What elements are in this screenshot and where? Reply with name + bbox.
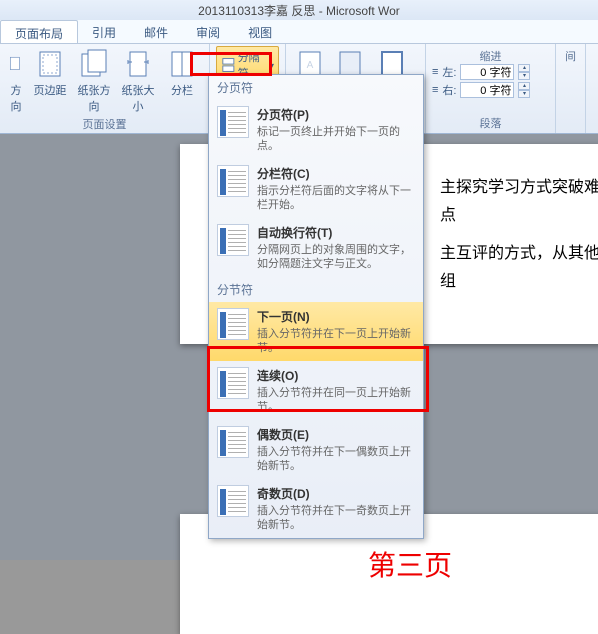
- paper-orientation-button[interactable]: 纸张方向: [74, 48, 114, 114]
- indent-right-icon: ≡: [432, 84, 438, 96]
- indent-right-input[interactable]: [460, 82, 514, 98]
- paper-orientation-icon: [78, 48, 110, 80]
- paragraph-group-label: 段落: [432, 115, 549, 131]
- flyout-item-even-page[interactable]: 偶数页(E)插入分节符并在下一偶数页上开始新节。: [209, 420, 423, 479]
- indent-left-input[interactable]: [460, 64, 514, 80]
- indent-left-icon: ≡: [432, 66, 438, 78]
- flyout-item-odd-page[interactable]: 奇数页(D)插入分节符并在下一奇数页上开始新节。: [209, 479, 423, 538]
- next-page-icon: [217, 308, 249, 340]
- ribbon-tabs: 页面布局 引用 邮件 审阅 视图: [0, 20, 598, 44]
- column-break-icon: [217, 165, 249, 197]
- margins-button[interactable]: 页边距: [30, 48, 70, 114]
- svg-text:A: A: [307, 60, 314, 71]
- tab-mailings[interactable]: 邮件: [130, 20, 182, 43]
- columns-button[interactable]: 分栏: [162, 48, 202, 114]
- paper-size-icon: [122, 48, 154, 80]
- title-bar: 2013110313李嘉 反思 - Microsoft Wor: [0, 0, 598, 20]
- flyout-item-column-break[interactable]: 分栏符(C)指示分栏符后面的文字将从下一栏开始。: [209, 159, 423, 218]
- odd-page-icon: [217, 485, 249, 517]
- indent-right-spinner[interactable]: ▴▾: [518, 82, 530, 98]
- spacing-header: 间: [562, 48, 579, 64]
- continuous-icon: [217, 367, 249, 399]
- columns-icon: [166, 48, 198, 80]
- flyout-section-page-breaks: 分页符: [209, 75, 423, 100]
- margins-icon: [34, 48, 66, 80]
- flyout-item-text-wrap[interactable]: 自动换行符(T)分隔网页上的对象周围的文字，如分隔题注文字与正文。: [209, 218, 423, 277]
- page-break-icon: [217, 106, 249, 138]
- breaks-icon: [221, 57, 236, 73]
- breaks-flyout: 分页符 分页符(P)标记一页终止并开始下一页的点。 分栏符(C)指示分栏符后面的…: [208, 74, 424, 539]
- body-text-line: 主互评的方式，从其他组: [440, 240, 598, 296]
- flyout-item-next-page[interactable]: 下一页(N)插入分节符并在下一页上开始新节。: [209, 302, 423, 361]
- body-text-line: 主探究学习方式突破难点: [440, 174, 598, 230]
- page-setup-group-label: 页面设置: [6, 116, 203, 132]
- paper-size-button[interactable]: 纸张大小: [118, 48, 158, 114]
- flyout-item-page-break[interactable]: 分页符(P)标记一页终止并开始下一页的点。: [209, 100, 423, 159]
- flyout-item-continuous[interactable]: 连续(O)插入分节符并在同一页上开始新节。: [209, 361, 423, 420]
- orientation-icon: [7, 48, 25, 80]
- flyout-section-section-breaks: 分节符: [209, 277, 423, 302]
- indent-left-spinner[interactable]: ▴▾: [518, 64, 530, 80]
- even-page-icon: [217, 426, 249, 458]
- tab-references[interactable]: 引用: [78, 20, 130, 43]
- indent-header: 缩进: [432, 48, 549, 64]
- text-wrap-icon: [217, 224, 249, 256]
- orientation-button[interactable]: 方向: [6, 48, 26, 114]
- tab-page-layout[interactable]: 页面布局: [0, 20, 78, 43]
- tab-review[interactable]: 审阅: [182, 20, 234, 43]
- tab-view[interactable]: 视图: [234, 20, 286, 43]
- page-2-heading: 第三页: [220, 544, 598, 584]
- dropdown-arrow-icon: ▾: [270, 61, 274, 70]
